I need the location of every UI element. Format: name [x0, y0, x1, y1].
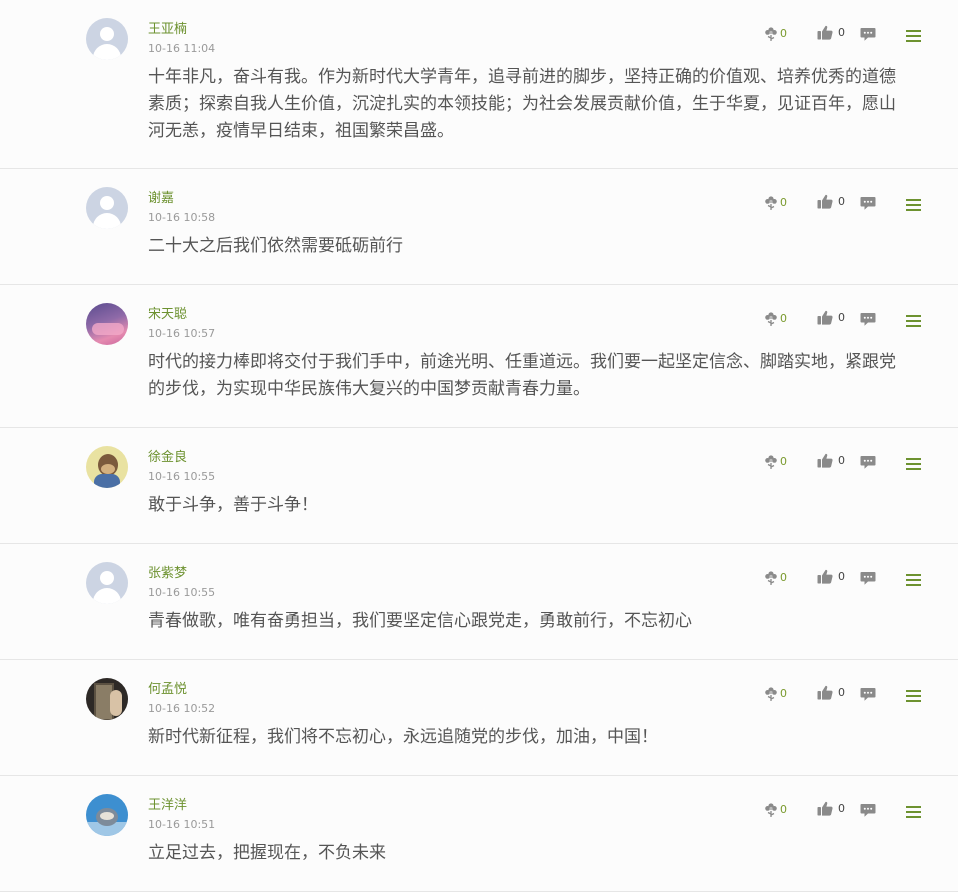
comment-icon: [860, 803, 876, 818]
flower-button[interactable]: 0: [764, 311, 787, 327]
thumbs-up-icon: [817, 310, 833, 325]
like-button[interactable]: 0: [817, 194, 845, 209]
menu-icon[interactable]: [906, 690, 921, 702]
comment-author[interactable]: 谢嘉: [148, 190, 174, 208]
comment-item: 宋天聪 10-16 10:57 时代的接力棒即将交付于我们手中，前途光明、任重道…: [0, 285, 958, 428]
comment-text: 青春做歌，唯有奋勇担当，我们要坚定信心跟党走，勇敢前行，不忘初心: [148, 611, 692, 631]
comment-text: 二十大之后我们依然需要砥砺前行: [148, 236, 403, 256]
comment-author[interactable]: 何孟悦: [148, 681, 187, 699]
comment-text: 新时代新征程，我们将不忘初心，永远追随党的步伐，加油，中国！: [148, 727, 658, 747]
comment-text: 时代的接力棒即将交付于我们手中，前途光明、任重道远。我们要一起坚定信念、脚踏实地…: [148, 352, 896, 399]
reply-button[interactable]: [860, 571, 876, 586]
thumbs-up-icon: [817, 569, 833, 584]
comment-text: 十年非凡，奋斗有我。作为新时代大学青年，追寻前进的脚步，坚持正确的价值观、培养优…: [148, 67, 896, 141]
flower-count: 0: [780, 312, 787, 325]
comment-time: 10-16 10:55: [148, 586, 216, 599]
like-count: 0: [838, 25, 845, 39]
reply-button[interactable]: [860, 196, 876, 211]
comment-author[interactable]: 张紫梦: [148, 565, 187, 583]
thumbs-up-icon: [817, 453, 833, 468]
like-count: 0: [838, 310, 845, 324]
flower-icon: [764, 195, 778, 211]
avatar[interactable]: [86, 678, 128, 720]
comment-item: 谢嘉 10-16 10:58 二十大之后我们依然需要砥砺前行 0 0: [0, 169, 958, 285]
menu-icon[interactable]: [906, 458, 921, 470]
flower-button[interactable]: 0: [764, 802, 787, 818]
thumbs-up-icon: [817, 194, 833, 209]
flower-icon: [764, 311, 778, 327]
avatar[interactable]: [86, 562, 128, 604]
comment-time: 10-16 10:51: [148, 818, 216, 831]
like-count: 0: [838, 453, 845, 467]
comment-icon: [860, 455, 876, 470]
comment-item: 王亚楠 10-16 11:04 十年非凡，奋斗有我。作为新时代大学青年，追寻前进…: [0, 0, 958, 169]
comment-item: 张紫梦 10-16 10:55 青春做歌，唯有奋勇担当，我们要坚定信心跟党走，勇…: [0, 544, 958, 660]
flower-button[interactable]: 0: [764, 454, 787, 470]
flower-icon: [764, 26, 778, 42]
flower-count: 0: [780, 196, 787, 209]
comment-icon: [860, 571, 876, 586]
flower-count: 0: [780, 27, 787, 40]
like-count: 0: [838, 569, 845, 583]
menu-icon[interactable]: [906, 574, 921, 586]
comment-time: 10-16 10:58: [148, 211, 216, 224]
flower-button[interactable]: 0: [764, 26, 787, 42]
flower-button[interactable]: 0: [764, 195, 787, 211]
flower-icon: [764, 570, 778, 586]
menu-icon[interactable]: [906, 806, 921, 818]
reply-button[interactable]: [860, 803, 876, 818]
thumbs-up-icon: [817, 685, 833, 700]
flower-icon: [764, 686, 778, 702]
avatar[interactable]: [86, 794, 128, 836]
like-button[interactable]: 0: [817, 453, 845, 468]
like-button[interactable]: 0: [817, 801, 845, 816]
reply-button[interactable]: [860, 687, 876, 702]
reply-button[interactable]: [860, 312, 876, 327]
like-button[interactable]: 0: [817, 310, 845, 325]
flower-count: 0: [780, 455, 787, 468]
avatar[interactable]: [86, 187, 128, 229]
reply-button[interactable]: [860, 27, 876, 42]
menu-icon[interactable]: [906, 199, 921, 211]
avatar[interactable]: [86, 446, 128, 488]
flower-icon: [764, 454, 778, 470]
comment-time: 10-16 11:04: [148, 42, 216, 55]
flower-count: 0: [780, 571, 787, 584]
comment-author[interactable]: 王洋洋: [148, 797, 187, 815]
comment-text: 立足过去，把握现在，不负未来: [148, 843, 386, 863]
flower-button[interactable]: 0: [764, 570, 787, 586]
comment-icon: [860, 196, 876, 211]
like-count: 0: [838, 685, 845, 699]
flower-count: 0: [780, 687, 787, 700]
like-button[interactable]: 0: [817, 569, 845, 584]
like-button[interactable]: 0: [817, 685, 845, 700]
comment-item: 徐金良 10-16 10:55 敢于斗争，善于斗争！ 0 0: [0, 428, 958, 544]
like-count: 0: [838, 801, 845, 815]
comment-time: 10-16 10:52: [148, 702, 216, 715]
thumbs-up-icon: [817, 25, 833, 40]
comment-item: 何孟悦 10-16 10:52 新时代新征程，我们将不忘初心，永远追随党的步伐，…: [0, 660, 958, 776]
menu-icon[interactable]: [906, 315, 921, 327]
reply-button[interactable]: [860, 455, 876, 470]
comment-icon: [860, 687, 876, 702]
avatar[interactable]: [86, 303, 128, 345]
comment-time: 10-16 10:57: [148, 327, 216, 340]
comment-item: 王洋洋 10-16 10:51 立足过去，把握现在，不负未来 0 0: [0, 776, 958, 892]
flower-button[interactable]: 0: [764, 686, 787, 702]
menu-icon[interactable]: [906, 30, 921, 42]
comment-author[interactable]: 王亚楠: [148, 21, 187, 39]
comment-icon: [860, 312, 876, 327]
comment-text: 敢于斗争，善于斗争！: [148, 495, 318, 515]
avatar[interactable]: [86, 18, 128, 60]
thumbs-up-icon: [817, 801, 833, 816]
flower-count: 0: [780, 803, 787, 816]
like-button[interactable]: 0: [817, 25, 845, 40]
flower-icon: [764, 802, 778, 818]
comment-author[interactable]: 徐金良: [148, 449, 187, 467]
comment-author[interactable]: 宋天聪: [148, 306, 187, 324]
comment-time: 10-16 10:55: [148, 470, 216, 483]
comment-icon: [860, 27, 876, 42]
like-count: 0: [838, 194, 845, 208]
